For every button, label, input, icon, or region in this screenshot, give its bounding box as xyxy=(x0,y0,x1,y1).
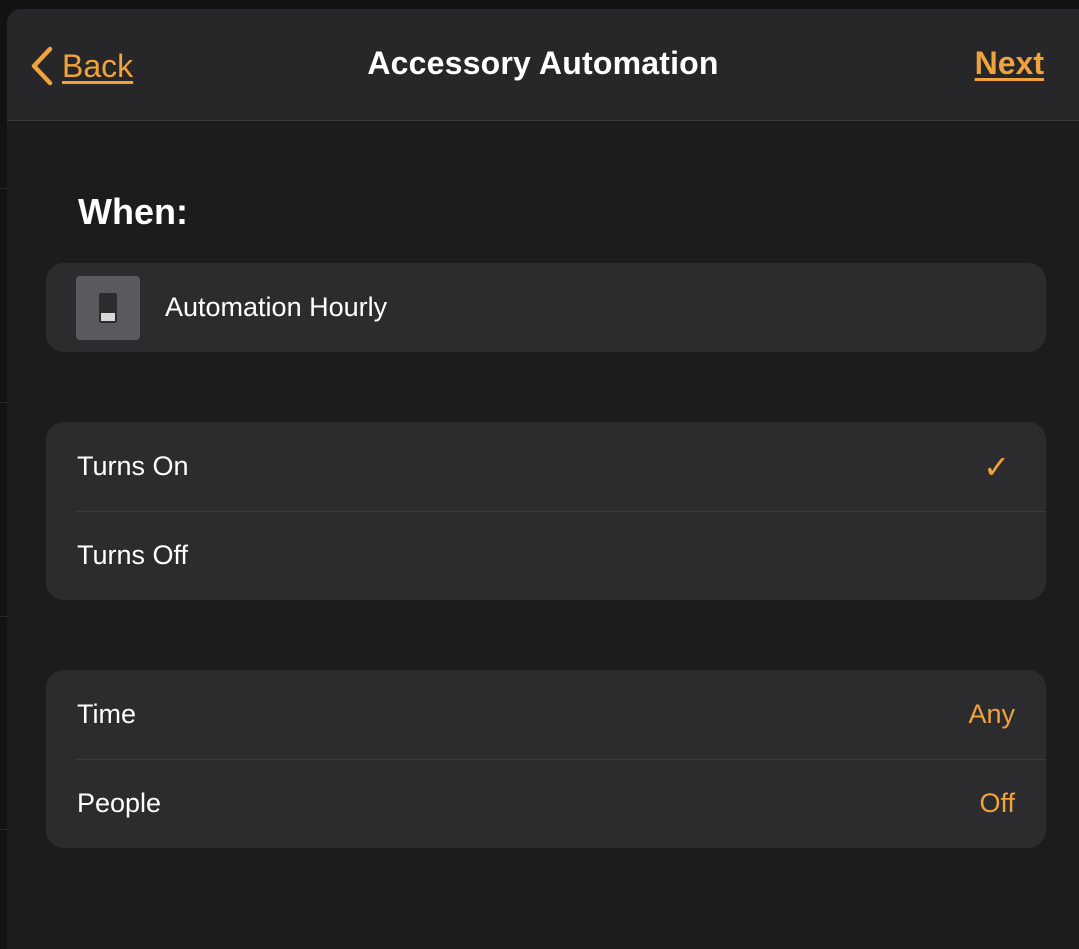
option-turns-on[interactable]: Turns On ✓ xyxy=(46,422,1046,511)
accessory-row[interactable]: Automation Hourly xyxy=(46,263,1046,352)
conditions-group: Time Any People Off xyxy=(46,670,1046,848)
condition-label: People xyxy=(77,788,162,818)
condition-label: Time xyxy=(77,699,136,729)
condition-value: Off xyxy=(979,788,1015,818)
option-turns-off[interactable]: Turns Off xyxy=(46,511,1046,600)
checkmark-icon: ✓ xyxy=(983,448,1010,485)
accessory-group: Automation Hourly xyxy=(46,263,1046,352)
option-label: Turns On xyxy=(77,451,189,481)
modal-sheet: Back Accessory Automation Next When: Aut… xyxy=(7,9,1079,949)
next-button[interactable]: Next xyxy=(975,45,1044,82)
option-label: Turns Off xyxy=(77,540,189,570)
navigation-bar: Back Accessory Automation Next xyxy=(7,9,1079,121)
light-switch-icon xyxy=(76,275,140,340)
condition-time[interactable]: Time Any xyxy=(46,670,1046,759)
page-title: Accessory Automation xyxy=(367,45,719,81)
accessory-name: Automation Hourly xyxy=(165,292,388,322)
trigger-options-group: Turns On ✓ Turns Off xyxy=(46,422,1046,600)
condition-value: Any xyxy=(968,699,1015,729)
when-heading: When: xyxy=(78,191,188,232)
condition-people[interactable]: People Off xyxy=(46,759,1046,848)
